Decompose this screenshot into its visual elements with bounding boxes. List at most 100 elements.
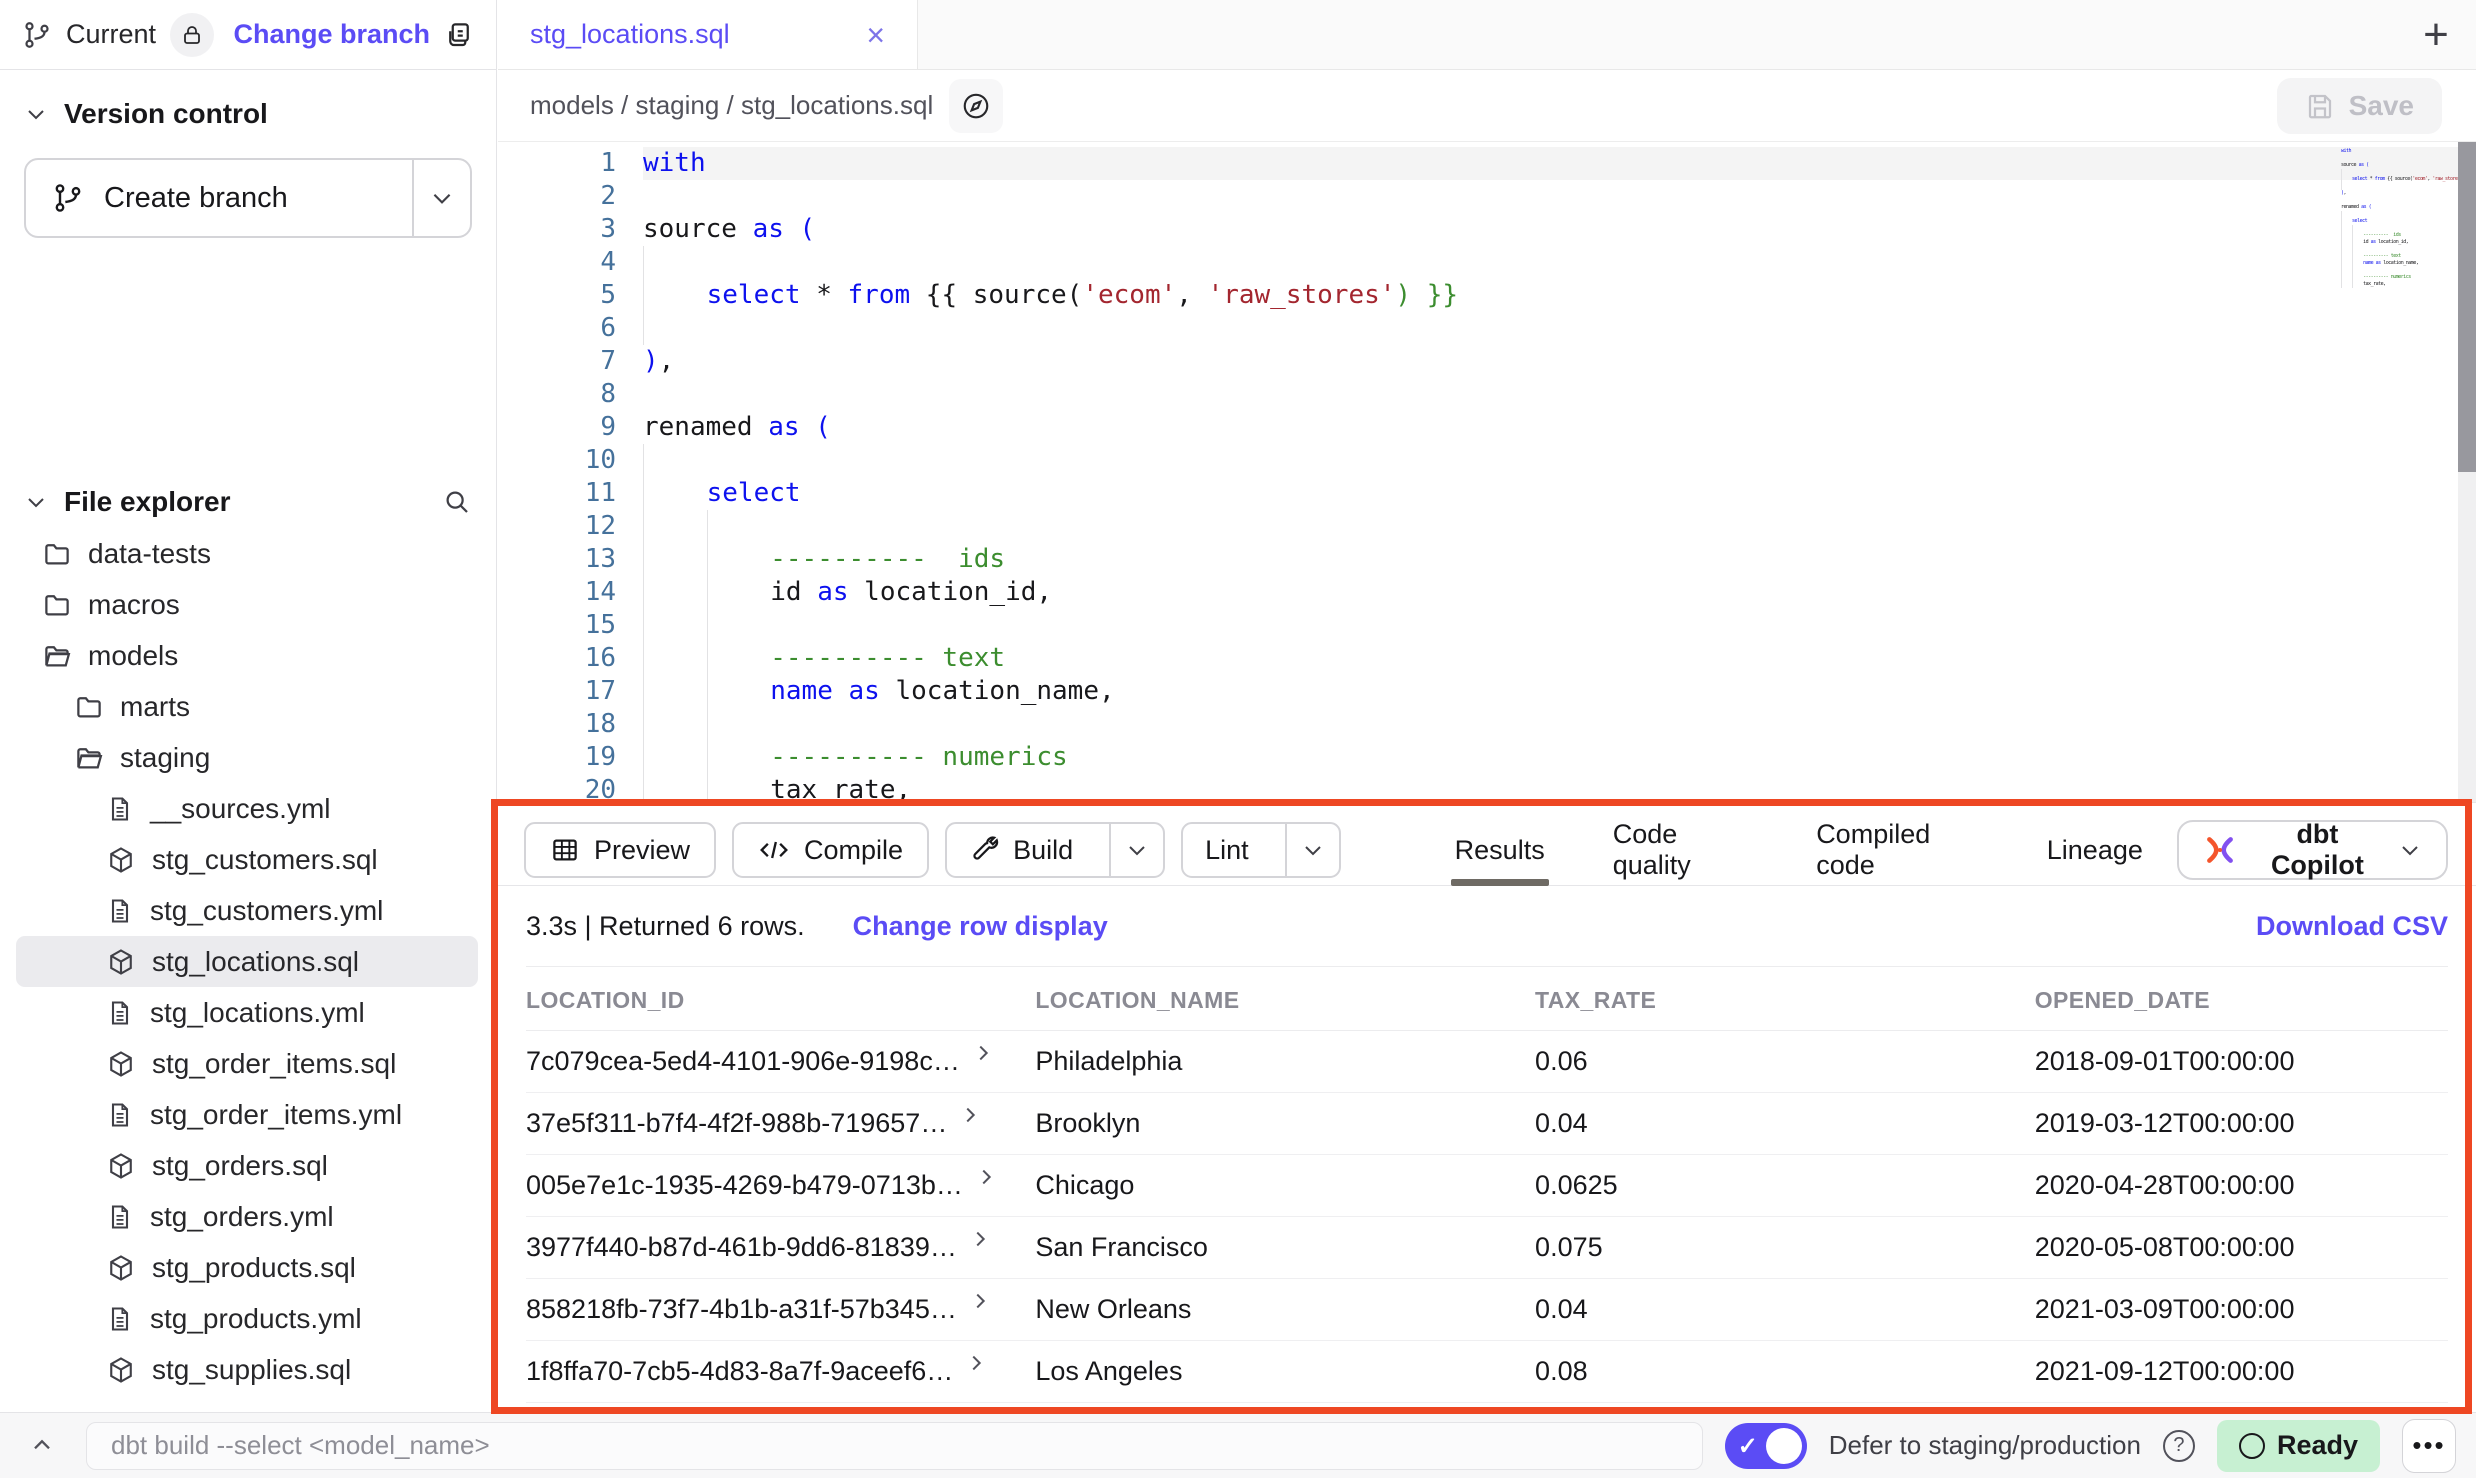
file-icon	[106, 1202, 134, 1232]
file-tree-item-data-tests[interactable]: data-tests	[16, 528, 478, 579]
help-icon[interactable]: ?	[2163, 1430, 2195, 1462]
file-tree-item-stg-supplies-sql[interactable]: stg_supplies.sql	[16, 1344, 478, 1395]
code-line-16: 16 ---------- text	[498, 642, 2476, 675]
file-icon	[106, 1100, 134, 1130]
line-number: 20	[498, 774, 616, 802]
save-icon	[2305, 91, 2335, 121]
code-text: tax_rate,	[643, 774, 2476, 802]
line-number: 15	[498, 609, 616, 642]
close-icon[interactable]: ×	[866, 19, 885, 51]
editor-scrollbar-thumb[interactable]	[2458, 142, 2476, 472]
file-name: staging	[120, 742, 210, 774]
file-tree-item--sources-yml[interactable]: __sources.yml	[16, 783, 478, 834]
code-text	[643, 180, 2476, 213]
file-name: __sources.yml	[150, 793, 331, 825]
code-editor[interactable]: 1with23source as (45 select * from {{ so…	[498, 142, 2476, 802]
code-line-6: 6	[498, 312, 2476, 345]
file-name: marts	[120, 691, 190, 723]
expand-cell-icon[interactable]	[969, 1228, 991, 1250]
new-tab-button[interactable]: +	[2396, 0, 2476, 69]
file-tree-item-stg-locations-yml[interactable]: stg_locations.yml	[16, 987, 478, 1038]
copy-icon[interactable]	[444, 20, 474, 50]
column-header-tax_rate: TAX_RATE	[1535, 967, 2035, 1031]
compass-button[interactable]	[949, 79, 1003, 133]
panel-tab-compiled-code[interactable]: Compiled code	[1782, 815, 2013, 885]
file-explorer-header[interactable]: File explorer	[16, 480, 496, 524]
file-tree-item-stg-orders-sql[interactable]: stg_orders.sql	[16, 1140, 478, 1191]
lint-button[interactable]: Lint	[1183, 835, 1271, 866]
code-lines: 1with23source as (45 select * from {{ so…	[498, 147, 2476, 802]
file-tree-item-stg-order-items-yml[interactable]: stg_order_items.yml	[16, 1089, 478, 1140]
version-control-header[interactable]: Version control	[16, 92, 480, 136]
file-tree-item-stg-products-sql[interactable]: stg_products.sql	[16, 1242, 478, 1293]
create-branch-main[interactable]: Create branch	[26, 160, 412, 236]
expand-cell-icon[interactable]	[975, 1166, 997, 1188]
chevron-up-icon[interactable]	[20, 1432, 64, 1460]
file-tree-item-stg-locations-sql[interactable]: stg_locations.sql	[16, 936, 478, 987]
change-branch-link[interactable]: Change branch	[233, 19, 430, 50]
lint-dropdown[interactable]	[1285, 824, 1339, 876]
code-text	[643, 708, 2476, 741]
expand-cell-icon[interactable]	[972, 1042, 994, 1064]
create-branch-label: Create branch	[104, 182, 288, 215]
code-line-18: 18	[498, 708, 2476, 741]
file-name: macros	[88, 589, 180, 621]
line-number: 9	[498, 411, 616, 444]
file-tree-item-stg-products-yml[interactable]: stg_products.yml	[16, 1293, 478, 1344]
build-button[interactable]: Build	[947, 835, 1095, 866]
file-tree-item-stg-customers-yml[interactable]: stg_customers.yml	[16, 885, 478, 936]
create-branch-dropdown[interactable]	[412, 160, 470, 236]
file-tree: data-tests macros models marts staging __sour…	[16, 528, 496, 1412]
line-number: 2	[498, 180, 616, 213]
panel-tab-lineage[interactable]: Lineage	[2013, 815, 2177, 885]
line-number: 10	[498, 444, 616, 477]
toggle-knob	[1766, 1428, 1802, 1464]
preview-button[interactable]: Preview	[524, 822, 716, 878]
panel-tab-results[interactable]: Results	[1421, 815, 1579, 885]
build-dropdown[interactable]	[1109, 824, 1163, 876]
download-csv-link[interactable]: Download CSV	[2256, 911, 2448, 942]
expand-cell-icon[interactable]	[965, 1352, 987, 1374]
save-button[interactable]: Save	[2277, 78, 2442, 134]
expand-cell-icon[interactable]	[959, 1104, 981, 1126]
more-options-button[interactable]: •••	[2402, 1419, 2456, 1473]
defer-toggle[interactable]: ✓	[1725, 1423, 1807, 1469]
panel-tab-code-quality[interactable]: Code quality	[1579, 815, 1782, 885]
file-tree-item-marts[interactable]: marts	[16, 681, 478, 732]
file-tree-item-models[interactable]: models	[16, 630, 478, 681]
dbt-command-input[interactable]	[86, 1422, 1703, 1470]
table-row: 7c079cea-5ed4-4101-906e-9198c…Philadelph…	[526, 1031, 2448, 1093]
search-icon[interactable]	[442, 487, 472, 517]
code-line-9: 9renamed as (	[498, 411, 2476, 444]
table-row: 3977f440-b87d-461b-9dd6-81839…San Franci…	[526, 1217, 2448, 1279]
file-tree-item-stg-orders-yml[interactable]: stg_orders.yml	[16, 1191, 478, 1242]
file-name: stg_customers.sql	[152, 844, 378, 876]
code-line-4: 4	[498, 246, 2476, 279]
model-icon	[106, 947, 136, 977]
build-split-button[interactable]: Build	[945, 822, 1165, 878]
table-grid-icon	[550, 835, 580, 865]
code-line-12: 12	[498, 510, 2476, 543]
change-row-display-link[interactable]: Change row display	[853, 911, 1108, 942]
cell-tax-rate: 0.04	[1535, 1093, 2035, 1155]
code-line-17: 17 name as location_name,	[498, 675, 2476, 708]
file-tree-item-macros[interactable]: macros	[16, 579, 478, 630]
file-tree-item-staging[interactable]: staging	[16, 732, 478, 783]
cell-location-id: 7c079cea-5ed4-4101-906e-9198c…	[526, 1046, 960, 1077]
compile-button[interactable]: Compile	[732, 822, 929, 878]
code-line-10: 10	[498, 444, 2476, 477]
file-tree-item-stg-order-items-sql[interactable]: stg_order_items.sql	[16, 1038, 478, 1089]
create-branch-button[interactable]: Create branch	[24, 158, 472, 238]
tab-stg-locations[interactable]: stg_locations.sql ×	[498, 0, 918, 69]
lint-label: Lint	[1205, 835, 1249, 866]
dbt-copilot-button[interactable]: dbt Copilot	[2177, 820, 2448, 880]
code-line-5: 5 select * from {{ source('ecom', 'raw_s…	[498, 279, 2476, 312]
chevron-down-icon	[24, 102, 48, 126]
file-tree-item-stg-customers-sql[interactable]: stg_customers.sql	[16, 834, 478, 885]
lint-split-button[interactable]: Lint	[1181, 822, 1341, 878]
build-label: Build	[1013, 835, 1073, 866]
code-text: ---------- ids	[643, 543, 2476, 576]
expand-cell-icon[interactable]	[969, 1290, 991, 1312]
check-icon: ✓	[1738, 1432, 1758, 1461]
cell-tax-rate: 0.04	[1535, 1279, 2035, 1341]
